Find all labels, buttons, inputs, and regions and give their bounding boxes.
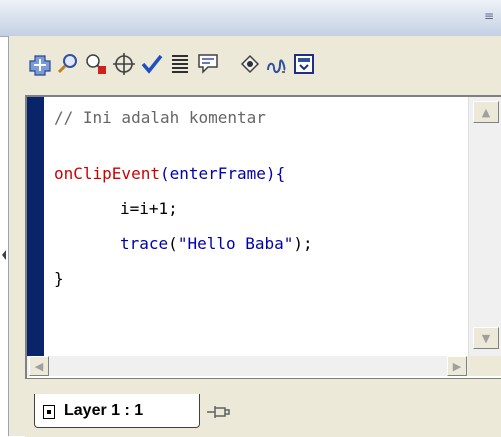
scrollbar-corner	[468, 356, 501, 376]
collapse-panel-arrow-icon[interactable]	[0, 240, 8, 270]
function-trace: trace	[120, 234, 169, 253]
scroll-down-button[interactable]: ▼	[473, 327, 499, 349]
script-assist-icon[interactable]	[291, 50, 317, 78]
debug-options-icon[interactable]	[237, 50, 263, 78]
code-line-closing-brace: }	[54, 269, 64, 288]
pin-script-icon[interactable]	[205, 403, 231, 421]
layer-icon	[43, 405, 55, 419]
trace-close-paren: );	[293, 234, 313, 253]
panel-title-bar	[0, 0, 501, 37]
trace-string: "Hello Baba"	[177, 234, 294, 253]
keyword-onclipevent: onClipEvent	[54, 164, 160, 183]
target-crosshair-icon[interactable]	[111, 50, 137, 78]
line-gutter	[27, 97, 44, 356]
add-statement-icon[interactable]	[27, 50, 53, 78]
event-args: (enterFrame){	[159, 164, 286, 183]
code-line-comment: // Ini adalah komentar	[54, 108, 266, 127]
vertical-scrollbar[interactable]: ▲ ▼	[468, 97, 501, 356]
find-icon[interactable]	[55, 50, 81, 78]
code-line-onclipevent: onClipEvent(enterFrame){	[54, 160, 285, 188]
scroll-up-button[interactable]: ▲	[473, 101, 499, 123]
auto-format-icon[interactable]	[167, 50, 193, 78]
actions-toolbar	[9, 37, 501, 95]
code-line-increment: i=i+1;	[120, 199, 178, 218]
code-editor[interactable]: // Ini adalah komentar onClipEvent(enter…	[54, 104, 449, 354]
insert-target-path-icon[interactable]	[83, 50, 109, 78]
code-line-trace: trace("Hello Baba");	[120, 230, 313, 258]
trace-open-paren: (	[168, 234, 178, 253]
panel-options-icon[interactable]: ≡	[484, 9, 496, 23]
horizontal-scrollbar[interactable]: ◀ ▶	[27, 356, 501, 376]
check-syntax-icon[interactable]	[139, 50, 165, 78]
tab-layer-label: Layer 1 : 1	[64, 402, 144, 419]
view-options-icon[interactable]	[263, 50, 289, 78]
scroll-left-button[interactable]: ◀	[29, 356, 49, 376]
show-code-hint-icon[interactable]	[195, 50, 221, 78]
scroll-right-button[interactable]: ▶	[447, 356, 467, 376]
